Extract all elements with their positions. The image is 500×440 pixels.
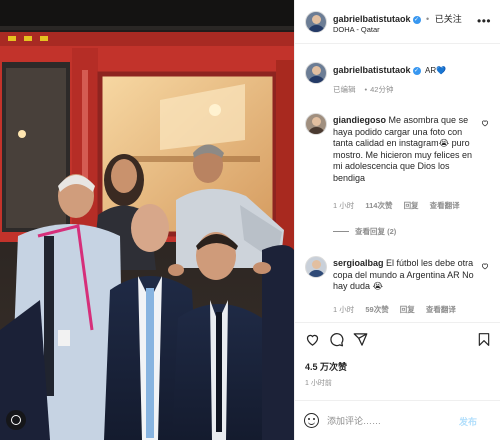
caption-text: AR💙 <box>425 66 447 75</box>
comment-like-icon[interactable] <box>481 119 489 127</box>
post-photo-image <box>0 0 294 440</box>
post-details-panel: gabrielbatistutaok ✓ • 已关注 DOHA - Qatar •… <box>294 0 500 440</box>
comment-2: sergioalbag El fútbol les debe otra copa… <box>333 258 478 293</box>
share-icon[interactable] <box>353 332 368 347</box>
reply-button[interactable]: 回复 <box>404 201 419 210</box>
more-options-icon[interactable]: ••• <box>477 14 491 28</box>
verified-icon: ✓ <box>412 66 421 75</box>
comment-1-meta: 1 小时 114次赞 回复 查看翻译 <box>333 200 469 211</box>
caption-time: 42分钟 <box>370 85 394 94</box>
comment-icon[interactable] <box>329 332 344 347</box>
post-timestamp: 1 小时前 <box>305 380 332 387</box>
caption: gabrielbatistutaok ✓ AR💙 <box>333 65 446 75</box>
comment-time: 1 小时 <box>333 305 355 314</box>
caption-edited-label: 已编辑 <box>333 85 356 94</box>
caption-avatar[interactable] <box>305 62 327 84</box>
comment-likes[interactable]: 59次赞 <box>365 305 388 314</box>
caption-meta: 已编辑 • 42分钟 <box>333 85 394 94</box>
verified-icon: ✓ <box>412 15 421 24</box>
emoji-icon[interactable] <box>304 413 319 428</box>
caption-username[interactable]: gabrielbatistutaok <box>333 65 411 75</box>
comment-like-icon[interactable] <box>481 262 489 270</box>
comment-likes[interactable]: 114次赞 <box>365 201 392 210</box>
post-header: gabrielbatistutaok ✓ • 已关注 DOHA - Qatar •… <box>295 0 500 44</box>
comment-username[interactable]: sergioalbag <box>333 258 384 268</box>
comment-text: Me asombra que se haya podido cargar una… <box>333 115 473 183</box>
tagged-users-icon[interactable] <box>6 410 26 430</box>
replies-divider <box>333 231 349 232</box>
following-button[interactable]: 已关注 <box>435 14 462 24</box>
comment-avatar[interactable] <box>305 256 327 278</box>
bookmark-icon[interactable] <box>477 332 491 347</box>
author-row: gabrielbatistutaok ✓ • 已关注 <box>333 12 462 25</box>
post-location[interactable]: DOHA - Qatar <box>333 25 380 34</box>
instagram-post-viewer: gabrielbatistutaok ✓ • 已关注 DOHA - Qatar •… <box>0 0 500 440</box>
comment-time: 1 小时 <box>333 201 355 210</box>
author-avatar[interactable] <box>305 11 327 33</box>
see-translation-button[interactable]: 查看翻译 <box>430 201 460 210</box>
author-username[interactable]: gabrielbatistutaok <box>333 14 411 24</box>
comment-1: giandiegoso Me asombra que se haya podid… <box>333 115 478 184</box>
comment-username[interactable]: giandiegoso <box>333 115 386 125</box>
like-count[interactable]: 4.5 万次赞 <box>305 360 347 373</box>
follow-separator: • <box>426 14 430 24</box>
comment-2-meta: 1 小时 59次赞 回复 查看翻译 <box>333 304 465 315</box>
comment-composer: 发布 <box>295 400 500 440</box>
see-translation-button[interactable]: 查看翻译 <box>426 305 456 314</box>
heart-icon[interactable] <box>305 332 320 347</box>
view-replies-button[interactable]: 查看回复 (2) <box>355 226 396 237</box>
comment-input[interactable] <box>327 412 447 430</box>
comment-avatar[interactable] <box>305 113 327 135</box>
post-comment-button[interactable]: 发布 <box>459 415 477 428</box>
reply-button[interactable]: 回复 <box>400 305 415 314</box>
post-action-bar <box>295 322 500 352</box>
post-photo <box>0 0 294 440</box>
